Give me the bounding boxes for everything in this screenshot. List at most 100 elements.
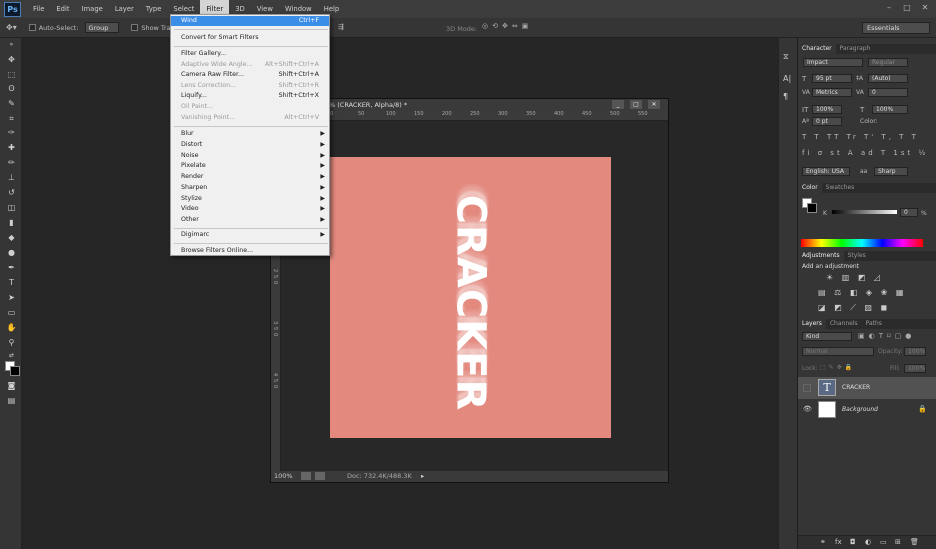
opentype-buttons[interactable]: fi σ st A ad T 1st ½ [802,149,928,157]
filter-menu-video[interactable]: Video ▶ [171,204,329,214]
shape-icon[interactable]: ▭ [6,308,17,318]
pen-icon[interactable]: ✒ [6,263,17,273]
eyedropper-icon[interactable]: ✑ [6,128,17,138]
type-icon[interactable]: T [6,278,17,288]
lasso-icon[interactable]: ʘ [6,84,17,94]
path-select-icon[interactable]: ➤ [6,293,17,303]
language-dropdown[interactable]: English: USA [802,167,850,176]
menu-file[interactable]: File [27,0,50,18]
tab-styles[interactable]: Styles [844,251,870,261]
delete-layer-icon[interactable]: 🗑 [910,538,919,546]
zoom-icon[interactable]: ⚲ [6,338,17,348]
tab-layers[interactable]: Layers [798,319,826,329]
dodge-icon[interactable]: ● [6,248,17,258]
link-layers-icon[interactable]: ⚭ [820,538,826,546]
3d-tool-icons[interactable]: ◎⟲✥⇔▣ [482,22,532,30]
status-menu-icon[interactable]: ▸ [421,471,424,482]
baseline-shift-field[interactable]: 0 pt [812,117,842,126]
background-color-swatch[interactable] [10,366,20,376]
tab-adjustments[interactable]: Adjustments [798,251,844,261]
menu-type[interactable]: Type [140,0,168,18]
history-brush-icon[interactable]: ↺ [6,188,17,198]
stamp-icon[interactable]: ⊥ [6,173,17,183]
color-bg-swatch[interactable] [807,203,817,213]
horizontal-scale-field[interactable]: 100% [872,105,908,114]
tab-paths[interactable]: Paths [862,319,886,329]
tab-swatches[interactable]: Swatches [822,183,859,193]
close-icon[interactable]: ✕ [920,3,930,13]
filter-menu-adaptive-wide-angle[interactable]: Adaptive Wide Angle... Alt+Shift+Ctrl+A [171,60,329,70]
menu-layer[interactable]: Layer [109,0,140,18]
gradient-icon[interactable]: ▮ [6,218,17,228]
filter-menu-filter-gallery[interactable]: Filter Gallery... [171,49,329,59]
adjustment-layer-icon[interactable]: ◐ [865,538,871,546]
layer-row-cracker[interactable]: T CRACKER [798,377,936,399]
marquee-icon[interactable]: ⬚ [6,70,17,80]
color-k-slider[interactable] [832,210,897,214]
history-panel-icon[interactable]: ⧖ [783,52,789,62]
layer-row-background[interactable]: 👁 Background 🔒 [798,399,936,421]
layer-style-icon[interactable]: fx [835,538,842,546]
font-style-dropdown[interactable]: Regular [868,58,908,67]
paragraph-panel-icon[interactable]: ¶ [783,92,788,101]
filter-menu-browse-online[interactable]: Browse Filters Online... [171,246,329,256]
ruler-horizontal[interactable]: 0 50 100 150 200 250 300 350 400 450 500… [271,111,668,121]
brush-icon[interactable]: ✏ [6,158,17,168]
auto-select-checkbox[interactable] [28,24,36,31]
adjustment-icons-row-3[interactable]: ◪ ◩ ⟋ ▨ ◼ [818,303,890,313]
swap-colors-icon[interactable]: ⇄ [6,351,17,361]
align-icons[interactable]: ⇶ [338,23,344,31]
lock-icons[interactable]: ⬚✎✥🔒 [820,364,855,371]
tab-paragraph[interactable]: Paragraph [836,44,875,54]
filter-menu-lens-correction[interactable]: Lens Correction... Shift+Ctrl+R [171,81,329,91]
blur-icon[interactable]: ◆ [6,233,17,243]
zoom-level[interactable]: 100% [274,471,293,482]
filter-menu-blur[interactable]: Blur ▶ [171,129,329,139]
visibility-toggle[interactable] [803,384,811,392]
doc-close-icon[interactable]: ✕ [648,100,660,109]
layer-filter-kind[interactable]: Kind [802,332,852,341]
layer-filter-icons[interactable]: ▣◐T⌑▢● [858,332,915,340]
hand-icon[interactable]: ✋ [6,323,17,333]
crop-icon[interactable]: ⌗ [6,114,17,124]
menu-image[interactable]: Image [76,0,109,18]
filter-menu-sharpen[interactable]: Sharpen ▶ [171,183,329,193]
font-family-dropdown[interactable]: Impact [803,58,863,67]
eye-icon[interactable]: 👁 [803,405,812,413]
healing-brush-icon[interactable]: ✚ [6,143,17,153]
move-tool-icon[interactable]: ✥▾ [6,23,17,32]
filter-menu-render[interactable]: Render ▶ [171,172,329,182]
collapse-icon[interactable]: » [6,40,17,50]
filter-menu-liquify[interactable]: Liquify... Shift+Ctrl+X [171,91,329,101]
canvas[interactable]: CRACKER [330,157,611,438]
character-panel-icon[interactable]: A| [783,74,791,83]
tab-channels[interactable]: Channels [826,319,862,329]
adjustment-icons-row-2[interactable]: ▤ ⚖ ◧ ◈ ❀ ▦ [818,288,906,297]
filter-menu-convert-smart[interactable]: Convert for Smart Filters [171,33,329,43]
group-icon[interactable]: ▭ [880,538,887,546]
vertical-scale-field[interactable]: 100% [812,105,842,114]
filter-menu-oil-paint[interactable]: Oil Paint... [171,102,329,112]
type-style-buttons[interactable]: T T TT Tr T' T, T T [802,133,919,141]
menu-edit[interactable]: Edit [50,0,75,18]
filter-menu-stylize[interactable]: Stylize ▶ [171,194,329,204]
filter-menu-vanishing-point[interactable]: Vanishing Point... Alt+Ctrl+V [171,113,329,123]
color-spectrum-bar[interactable] [801,239,923,247]
doc-minimize-icon[interactable]: _ [612,100,624,109]
filter-menu-noise[interactable]: Noise ▶ [171,151,329,161]
layer-mask-icon[interactable]: ◘ [850,538,856,546]
show-transform-checkbox[interactable] [131,24,139,31]
quick-mask-icon[interactable]: ◙ [6,381,17,391]
filter-menu-digimarc[interactable]: Digimarc ▶ [171,230,329,240]
document-tab[interactable]: % (CRACKER, Alpha/8) * [271,99,668,111]
tab-color[interactable]: Color [798,183,822,193]
font-size-field[interactable]: 95 pt [812,74,852,83]
layer-name[interactable]: CRACKER [842,384,870,391]
move-icon[interactable]: ✥ [6,55,17,65]
status-icon[interactable] [315,472,325,480]
kerning-field[interactable]: Metrics [812,88,852,97]
minimize-icon[interactable]: – [884,3,894,13]
antialias-dropdown[interactable]: Sharp [874,167,908,176]
workspace-dropdown[interactable]: Essentials [862,22,930,34]
leading-field[interactable]: (Auto) [868,74,908,83]
